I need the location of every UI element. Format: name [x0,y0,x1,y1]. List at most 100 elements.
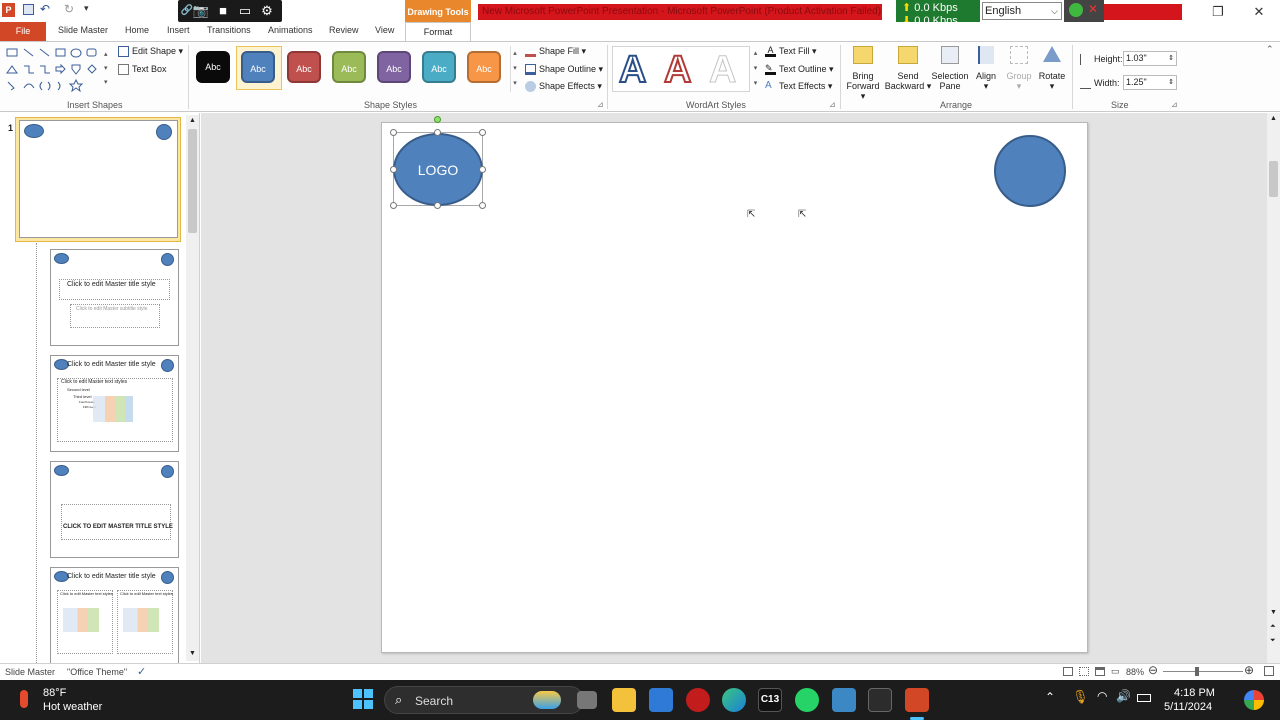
undo-icon[interactable]: ↶ [40,2,50,16]
thumbnail-scrollbar[interactable]: ▲ ▼ [186,115,199,661]
globe-icon[interactable] [1069,3,1083,17]
shape-effects-button[interactable]: Shape Effects ▾ [525,81,602,93]
zoom-level[interactable]: 88% [1126,667,1144,677]
tab-slide-master[interactable]: Slide Master [58,25,108,35]
text-effects-button[interactable]: A Text Effects ▾ [765,81,832,92]
shape-style-preset[interactable]: Abc [422,51,456,83]
shape-outline-button[interactable]: Shape Outline ▾ [525,64,603,76]
save-icon[interactable] [23,4,34,15]
text-outline-button[interactable]: ✎ Text Outline ▾ [765,64,834,76]
shape-style-preset[interactable]: Abc [377,51,411,83]
show-hidden-icons-icon[interactable]: ⌃ [1045,690,1055,704]
notification-app-icon[interactable] [1244,690,1264,710]
close-window-icon[interactable]: ✕ [1249,4,1269,20]
wordart-more-icon[interactable]: ▴ ▾ ▾ [751,46,760,92]
language-select[interactable]: English ⌵ [982,2,1062,20]
camera-icon[interactable]: 📷 [192,3,210,19]
fit-to-window-icon[interactable] [1264,666,1274,676]
tab-insert[interactable]: Insert [167,25,190,35]
resize-handle[interactable] [479,129,486,136]
wordart-style-preset[interactable]: A [618,49,647,91]
redo-icon[interactable]: ↻ [64,2,74,16]
shape-style-preset[interactable]: Abc [287,51,321,83]
text-fill-button[interactable]: A Text Fill ▾ [765,46,817,58]
edge-browser-icon[interactable] [722,688,746,712]
tab-format[interactable]: Format [405,22,471,42]
height-input[interactable]: 1.03" ⇕ [1123,51,1177,66]
app-active-icon[interactable] [868,688,892,712]
clock-date[interactable]: 5/11/2024 [1164,701,1212,713]
collapse-ribbon-icon[interactable]: ⌃ [1266,44,1274,55]
video-icon[interactable]: ■ [214,3,232,19]
powerpoint-taskbar-icon[interactable] [905,688,929,712]
zoom-in-icon[interactable]: ⊕ [1244,663,1254,677]
slideshow-view-icon[interactable]: ▭ [1111,666,1120,677]
tab-file[interactable]: File [0,22,46,41]
spinner-icon[interactable]: ⇕ [1168,76,1174,89]
canvas-scrollbar[interactable]: ▲ ▼ ⏶ ⏷ [1267,113,1280,663]
next-slide-icon[interactable]: ⏷ [1270,637,1276,645]
dialog-launcher-icon[interactable]: ⊿ [1171,100,1178,109]
logo-oval-shape[interactable]: LOGO [393,133,483,206]
battery-icon[interactable] [1137,694,1151,702]
scroll-up-icon[interactable]: ▲ [189,117,196,124]
resize-handle[interactable] [390,166,397,173]
shape-style-preset[interactable]: Abc [332,51,366,83]
resize-handle[interactable] [390,202,397,209]
master-slide-thumbnail[interactable] [19,120,178,238]
circle-shape[interactable] [994,135,1066,207]
quick-access-dropdown-icon[interactable]: ▾ [84,3,89,14]
dialog-launcher-icon[interactable]: ⊿ [597,100,604,109]
zoom-slider[interactable] [1163,671,1243,672]
tab-review[interactable]: Review [329,25,359,35]
c13-app-icon[interactable]: C13 [758,688,782,712]
volume-icon[interactable]: 🔊 [1116,689,1131,703]
selection-pane-button[interactable]: Selection Pane [930,46,970,98]
zoom-slider-thumb[interactable] [1195,667,1199,676]
shape-fill-button[interactable]: Shape Fill ▾ [525,46,586,58]
wifi-icon[interactable]: ◠ [1097,689,1107,703]
reading-view-icon[interactable] [1095,667,1105,676]
shape-style-preset[interactable]: Abc [196,51,230,83]
scroll-down-icon[interactable]: ▼ [189,650,196,657]
image-viewer-icon[interactable] [832,688,856,712]
microsoft-store-icon[interactable] [649,688,673,712]
wordart-style-preset[interactable]: A [708,50,736,91]
scrollbar-thumb[interactable] [188,129,197,233]
normal-view-icon[interactable] [1063,667,1073,676]
tab-transitions[interactable]: Transitions [207,25,251,35]
wordart-style-preset[interactable]: A [663,49,692,91]
shape-style-preset[interactable]: Abc [467,51,501,83]
width-input[interactable]: 1.25" ⇕ [1123,75,1177,90]
file-explorer-icon[interactable] [612,688,636,712]
task-view-icon[interactable] [577,691,597,709]
weather-temperature[interactable]: 88°F [43,687,66,699]
resize-handle[interactable] [434,129,441,136]
scrollbar-thumb[interactable] [1269,161,1278,197]
layout-thumbnail-content[interactable]: Click to edit Master title style Click t… [50,355,179,452]
zoom-out-icon[interactable]: ⊖ [1148,663,1158,677]
resize-handle[interactable] [434,202,441,209]
tab-view[interactable]: View [375,25,394,35]
resize-handle[interactable] [479,166,486,173]
resize-handle[interactable] [390,129,397,136]
taskbar-search-box[interactable]: ⌕ Search [384,686,584,714]
tab-animations[interactable]: Animations [268,25,313,35]
edit-shape-button[interactable]: Edit Shape ▾ [118,46,183,58]
restore-window-icon[interactable]: ❐ [1208,4,1228,20]
record-app-icon[interactable] [686,688,710,712]
shapes-gallery[interactable] [4,46,104,96]
clock-time[interactable]: 4:18 PM [1174,687,1215,699]
layout-thumbnail-title[interactable]: Click to edit Master title style Click t… [50,249,179,346]
close-tool-icon[interactable]: ✕ [1088,2,1098,16]
whatsapp-icon[interactable] [795,688,819,712]
shape-styles-more-icon[interactable]: ▴ ▾ ▾ [510,46,519,92]
shapes-gallery-more-icon[interactable]: ▴ ▾ ▾ [104,48,108,90]
slide-master-canvas[interactable]: LOGO ⇱ ⇱ [381,116,1088,653]
settings-gear-icon[interactable]: ⚙ [258,3,276,19]
text-box-button[interactable]: Text Box [118,64,167,76]
layout-thumbnail-section[interactable]: CLICK TO EDIT MASTER TITLE STYLE [50,461,179,558]
tab-home[interactable]: Home [125,25,149,35]
send-backward-button[interactable]: Send Backward ▾ [884,46,932,98]
scroll-up-icon[interactable]: ▲ [1270,115,1277,122]
